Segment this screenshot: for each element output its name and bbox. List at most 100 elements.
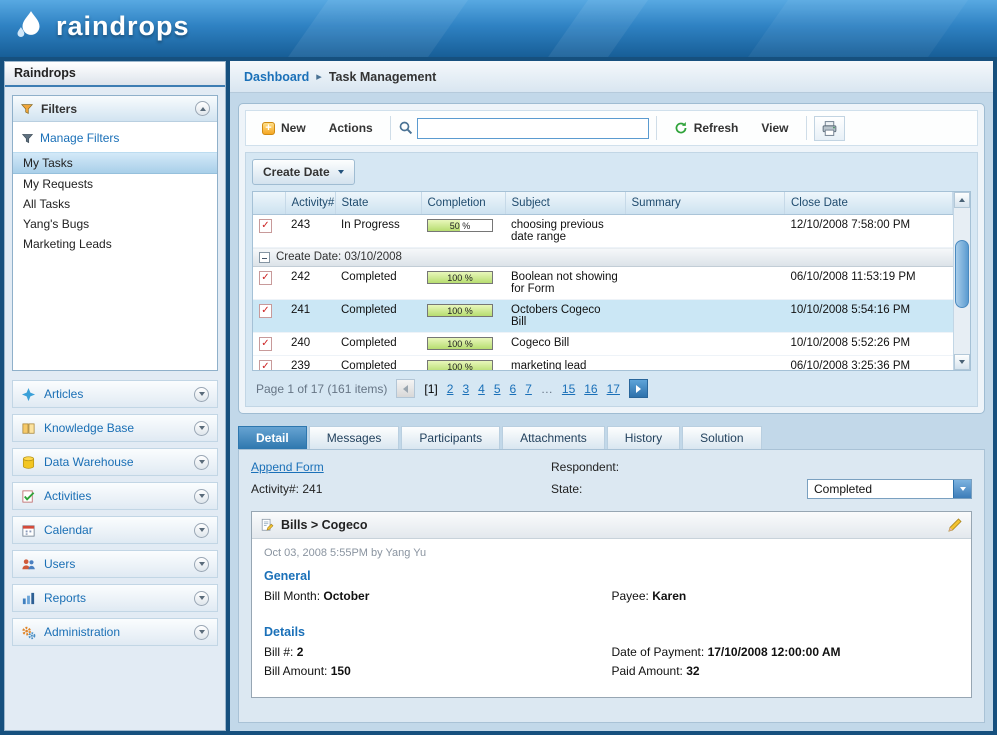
reports-icon xyxy=(21,591,36,606)
data-warehouse-icon xyxy=(21,455,36,470)
expand-chevron-icon[interactable] xyxy=(194,591,209,606)
append-form-link[interactable]: Append Form xyxy=(251,460,551,474)
page-link-4[interactable]: 4 xyxy=(478,382,485,396)
scrollbar-thumb[interactable] xyxy=(955,240,969,308)
page-link-6[interactable]: 6 xyxy=(510,382,517,396)
page-link-15[interactable]: 15 xyxy=(562,382,575,396)
completion-progressbar: 100 % xyxy=(427,337,493,350)
general-section-heading: General xyxy=(264,569,959,583)
sidebar-item-reports[interactable]: Reports xyxy=(12,584,218,612)
page-link-17[interactable]: 17 xyxy=(607,382,620,396)
sidebar-item-administration[interactable]: Administration xyxy=(12,618,218,646)
state-select[interactable]: Completed xyxy=(807,479,972,499)
filter-item-marketing-leads[interactable]: Marketing Leads xyxy=(13,234,217,254)
page-link-2[interactable]: 2 xyxy=(447,382,454,396)
filter-list: My Tasks My Requests All Tasks Yang's Bu… xyxy=(13,152,217,254)
cell-subject: choosing previous date range xyxy=(505,215,625,248)
filters-accordion-header[interactable]: Filters xyxy=(13,96,217,122)
column-subject[interactable]: Subject xyxy=(505,192,625,215)
page-link-3[interactable]: 3 xyxy=(462,382,469,396)
bill-form-title: Bills > Cogeco xyxy=(281,518,367,532)
knowledge-base-icon xyxy=(21,421,36,436)
completion-progressbar: 100 % xyxy=(427,360,493,371)
manage-filters-link[interactable]: Manage Filters xyxy=(13,127,217,149)
print-button[interactable] xyxy=(814,116,845,141)
progress-label: 100 % xyxy=(428,361,492,371)
sidebar-item-users[interactable]: Users xyxy=(12,550,218,578)
next-page-button[interactable] xyxy=(629,379,648,398)
expand-chevron-icon[interactable] xyxy=(194,489,209,504)
form-field-row: Bill Amount: 150 Paid Amount: 32 xyxy=(264,664,959,678)
table-scrollbar[interactable] xyxy=(953,192,970,370)
edit-pencil-icon[interactable] xyxy=(947,517,963,533)
search-input[interactable] xyxy=(417,118,649,139)
tab-history[interactable]: History xyxy=(607,426,680,449)
breadcrumb-separator: ▸ xyxy=(316,70,322,83)
collapse-chevron-icon[interactable] xyxy=(195,101,210,116)
task-check-icon xyxy=(259,271,272,285)
tab-detail[interactable]: Detail xyxy=(238,426,307,449)
expand-chevron-icon[interactable] xyxy=(194,557,209,572)
view-button[interactable]: View xyxy=(751,116,798,140)
expand-chevron-icon[interactable] xyxy=(194,625,209,640)
tab-solution[interactable]: Solution xyxy=(682,426,761,449)
date-of-payment-field: Date of Payment: 17/10/2008 12:00:00 AM xyxy=(612,645,960,659)
column-icon[interactable] xyxy=(253,192,285,215)
cell-activity: 240 xyxy=(285,333,335,356)
sidebar-item-activities[interactable]: Activities xyxy=(12,482,218,510)
page-link-7[interactable]: 7 xyxy=(525,382,532,396)
expand-chevron-icon[interactable] xyxy=(194,387,209,402)
group-by-create-date-button[interactable]: Create Date xyxy=(252,159,355,185)
chevron-down-icon xyxy=(338,170,344,174)
page-link-16[interactable]: 16 xyxy=(584,382,597,396)
state-select-value: Completed xyxy=(808,480,953,498)
column-activity[interactable]: Activity# xyxy=(285,192,335,215)
table-row-241-selected[interactable]: 241 Completed 100 % Octobers Cogeco Bill… xyxy=(253,300,953,333)
expand-chevron-icon[interactable] xyxy=(194,455,209,470)
expand-chevron-icon[interactable] xyxy=(194,523,209,538)
refresh-button[interactable]: Refresh xyxy=(664,116,749,140)
filter-item-yangs-bugs[interactable]: Yang's Bugs xyxy=(13,214,217,234)
tab-participants[interactable]: Participants xyxy=(401,426,500,449)
bill-amount-field: Bill Amount: 150 xyxy=(264,664,612,678)
sidebar-item-data-warehouse[interactable]: Data Warehouse xyxy=(12,448,218,476)
sidebar-item-articles[interactable]: Articles xyxy=(12,380,218,408)
group-row-create-date[interactable]: Create Date: 03/10/2008 xyxy=(253,248,953,267)
collapse-group-icon[interactable] xyxy=(259,252,270,263)
form-meta: Oct 03, 2008 5:55PM by Yang Yu xyxy=(264,547,959,559)
respondent-label: Respondent: xyxy=(551,460,800,474)
expand-chevron-icon[interactable] xyxy=(194,421,209,436)
sidebar-nav: Articles Knowledge Base Data Warehouse xyxy=(12,380,218,646)
tab-messages[interactable]: Messages xyxy=(309,426,400,449)
new-button[interactable]: New xyxy=(252,116,316,140)
column-close-date[interactable]: Close Date xyxy=(785,192,953,215)
state-label: State: xyxy=(551,482,800,496)
dropdown-arrow-icon[interactable] xyxy=(953,480,971,498)
table-row-240[interactable]: 240 Completed 100 % Cogeco Bill 10/10/20… xyxy=(253,333,953,356)
pagination: Page 1 of 17 (161 items) [1] 2 3 4 5 6 7… xyxy=(252,377,971,400)
sidebar-item-calendar[interactable]: Calendar xyxy=(12,516,218,544)
actions-button[interactable]: Actions xyxy=(319,116,383,140)
filter-item-my-tasks[interactable]: My Tasks xyxy=(13,152,217,174)
filter-item-all-tasks[interactable]: All Tasks xyxy=(13,194,217,214)
table-row-242[interactable]: 242 Completed 100 % Boolean not showing … xyxy=(253,267,953,300)
table-row-239[interactable]: 239 Completed 100 % marketing lead 06/10… xyxy=(253,356,953,372)
filter-item-my-requests[interactable]: My Requests xyxy=(13,174,217,194)
funnel-icon xyxy=(20,102,34,116)
sidebar-item-knowledge-base[interactable]: Knowledge Base xyxy=(12,414,218,442)
manage-filters-label[interactable]: Manage Filters xyxy=(40,131,119,145)
tab-attachments[interactable]: Attachments xyxy=(502,426,605,449)
scroll-up-button[interactable] xyxy=(954,192,970,208)
breadcrumb-dashboard-link[interactable]: Dashboard xyxy=(244,70,309,84)
plus-icon xyxy=(262,122,275,135)
detail-tabs: Detail Messages Participants Attachments… xyxy=(238,426,985,449)
table-row-243[interactable]: 243 In Progress 50 % choosing previous d… xyxy=(253,215,953,248)
scroll-down-button[interactable] xyxy=(954,354,970,370)
task-check-icon xyxy=(259,360,272,371)
page-link-5[interactable]: 5 xyxy=(494,382,501,396)
column-completion[interactable]: Completion xyxy=(421,192,505,215)
cell-close-date: 06/10/2008 3:25:36 PM xyxy=(785,356,953,372)
column-summary[interactable]: Summary xyxy=(625,192,785,215)
column-state[interactable]: State xyxy=(335,192,421,215)
previous-page-button[interactable] xyxy=(396,379,415,398)
